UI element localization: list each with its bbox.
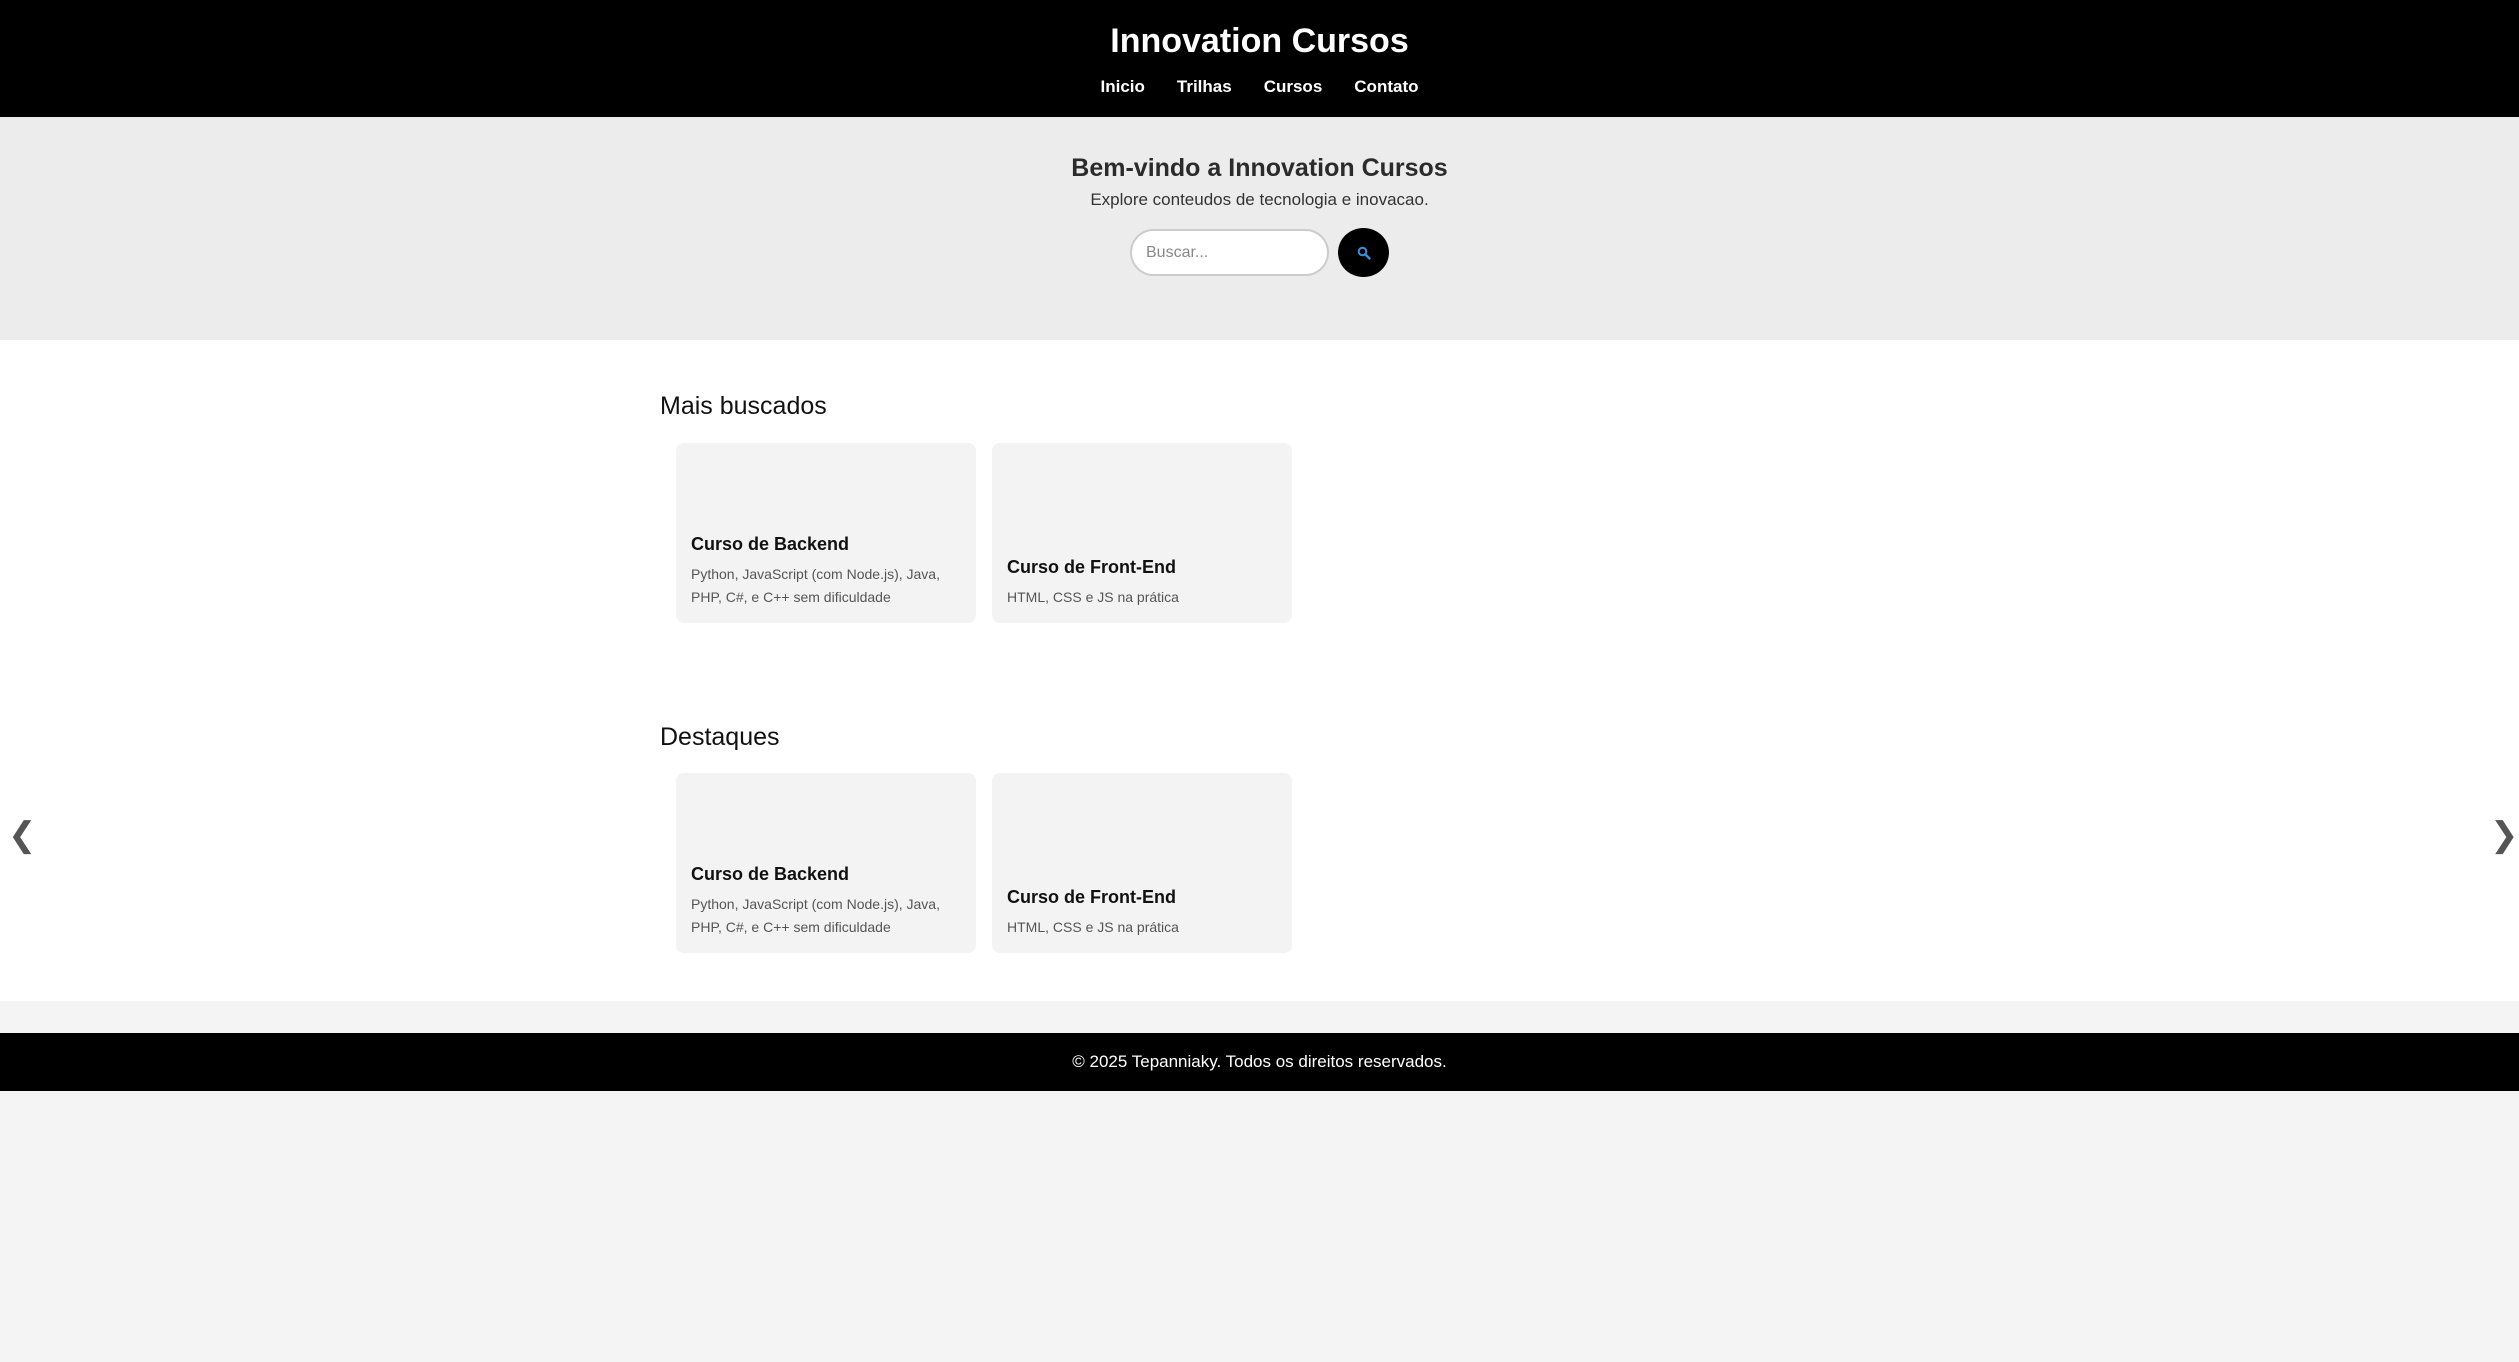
nav-link-contato[interactable]: Contato [1354, 74, 1418, 100]
hero-banner: Bem-vindo a Innovation Cursos Explore co… [0, 117, 2519, 340]
course-card-frontend[interactable]: Curso de Front-End HTML, CSS e JS na prá… [992, 773, 1292, 953]
card-description: Python, JavaScript (com Node.js), Java, … [691, 896, 940, 935]
main-nav: Inicio Trilhas Cursos Contato [0, 74, 2519, 100]
hero-subtitle: Explore conteudos de tecnologia e inovac… [1090, 190, 1429, 209]
site-footer: © 2025 Tepanniaky. Todos os direitos res… [0, 1033, 2519, 1091]
course-card-backend[interactable]: Curso de Backend Python, JavaScript (com… [676, 443, 976, 623]
card-title: Curso de Front-End [1007, 557, 1176, 577]
nav-link-inicio[interactable]: Inicio [1100, 74, 1144, 100]
footer-copyright: © 2025 Tepanniaky. Todos os direitos res… [1072, 1052, 1447, 1071]
card-description: HTML, CSS e JS na prática [1007, 589, 1179, 605]
carousel-next-icon[interactable]: ❯ [2490, 815, 2519, 855]
card-description: Python, JavaScript (com Node.js), Java, … [691, 566, 940, 605]
main-content: Mais buscados Curso de Backend Python, J… [0, 340, 2519, 1001]
course-card-backend[interactable]: Curso de Backend Python, JavaScript (com… [676, 773, 976, 953]
course-card-frontend[interactable]: Curso de Front-End HTML, CSS e JS na prá… [992, 443, 1292, 623]
card-content: Curso de Backend Python, JavaScript (com… [691, 862, 962, 939]
search-button[interactable] [1338, 228, 1389, 277]
card-content: Curso de Front-End HTML, CSS e JS na prá… [1007, 885, 1278, 939]
card-description: HTML, CSS e JS na prática [1007, 919, 1179, 935]
card-content: Curso de Front-End HTML, CSS e JS na prá… [1007, 555, 1278, 609]
card-title: Curso de Backend [691, 534, 850, 554]
search-icon [1357, 246, 1371, 260]
section-title-mais-buscados: Mais buscados [660, 392, 827, 420]
section-title-destaques: Destaques [660, 723, 780, 751]
nav-link-trilhas[interactable]: Trilhas [1177, 74, 1232, 100]
card-content: Curso de Backend Python, JavaScript (com… [691, 532, 962, 609]
search-form [0, 228, 2519, 277]
card-title: Curso de Backend [691, 864, 850, 884]
card-title: Curso de Front-End [1007, 887, 1176, 907]
hero-title: Bem-vindo a Innovation Cursos [1071, 154, 1448, 182]
carousel-prev-icon[interactable]: ❮ [8, 815, 37, 855]
search-input[interactable] [1130, 229, 1329, 276]
site-header: Innovation Cursos Inicio Trilhas Cursos … [0, 0, 2519, 117]
nav-link-cursos[interactable]: Cursos [1264, 74, 1323, 100]
site-title: Innovation Cursos [1110, 22, 1409, 60]
